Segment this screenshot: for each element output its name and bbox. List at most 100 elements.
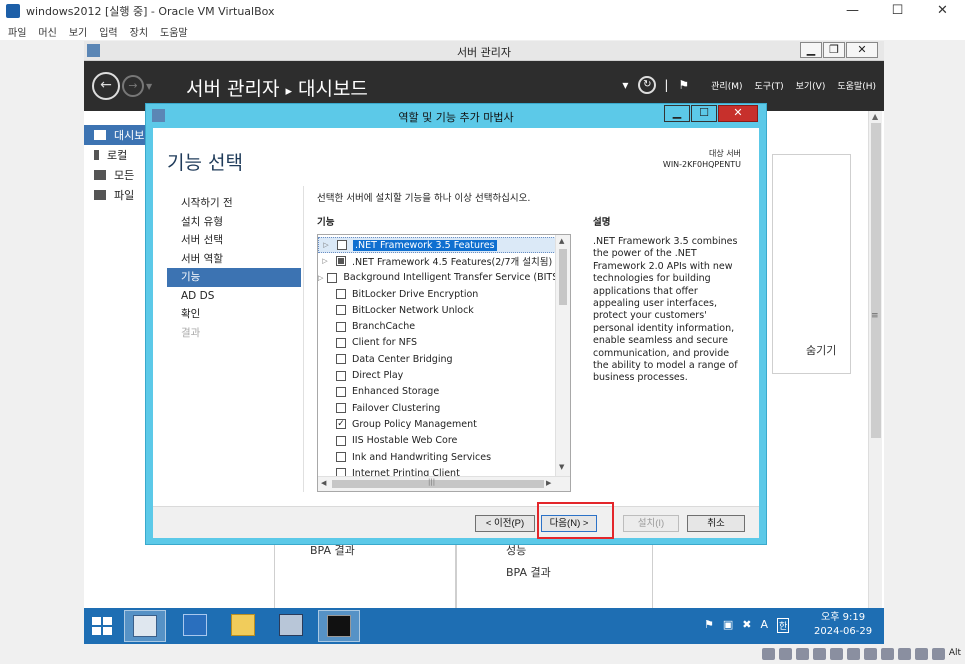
network-error-icon[interactable]: ✖ <box>742 618 751 633</box>
feature-row[interactable]: Client for NFS <box>318 335 556 351</box>
scrollbar-thumb[interactable] <box>871 123 881 438</box>
taskbar-powershell[interactable] <box>174 610 216 642</box>
minimize-button[interactable]: — <box>830 0 875 22</box>
mouse-integration-icon[interactable] <box>914 648 928 660</box>
device-icon[interactable]: ▣ <box>723 618 733 633</box>
scroll-up-icon[interactable]: ▲ <box>872 112 878 121</box>
dashboard-scrollbar[interactable]: ▲ ≡ <box>868 111 882 611</box>
taskbar-server-manager[interactable] <box>124 610 166 642</box>
usb-icon[interactable] <box>829 648 843 660</box>
feature-checkbox[interactable] <box>336 321 346 332</box>
flag-icon[interactable]: ⚑ <box>704 618 714 633</box>
scroll-left-icon[interactable]: ◀ <box>321 479 326 487</box>
feature-checkbox[interactable] <box>336 305 346 316</box>
audio-icon[interactable] <box>795 648 809 660</box>
menu-file[interactable]: 파일 <box>8 24 26 39</box>
feature-row[interactable]: ▷ .NET Framework 3.5 Features <box>318 237 556 254</box>
maximize-button[interactable]: ☐ <box>875 0 920 22</box>
keyboard-icon[interactable] <box>931 648 945 660</box>
step-before-you-begin[interactable]: 시작하기 전 <box>167 194 301 213</box>
step-ad-ds[interactable]: AD DS <box>167 287 301 306</box>
feature-row[interactable]: Failover Clustering <box>318 400 556 416</box>
vt-icon[interactable] <box>897 648 911 660</box>
feature-checkbox[interactable] <box>336 354 346 365</box>
menu-view[interactable]: 보기 <box>69 24 87 39</box>
feature-checkbox[interactable] <box>336 256 346 267</box>
feature-checkbox[interactable] <box>327 272 338 283</box>
expand-arrow-icon[interactable]: ▷ <box>319 241 333 249</box>
expand-arrow-icon[interactable]: ▷ <box>318 274 323 282</box>
feature-checkbox[interactable] <box>336 403 346 414</box>
feature-row[interactable]: BitLocker Drive Encryption <box>318 286 556 302</box>
features-horizontal-scrollbar[interactable]: ◀ ||| ▶ <box>318 476 570 491</box>
scrollbar-thumb[interactable] <box>332 480 544 488</box>
forward-arrow-icon[interactable]: → <box>122 75 144 97</box>
step-installation-type[interactable]: 설치 유형 <box>167 213 301 232</box>
wizard-close-button[interactable]: ✕ <box>718 105 758 122</box>
feature-checkbox[interactable] <box>337 240 347 251</box>
feature-row[interactable]: IIS Hostable Web Core <box>318 433 556 449</box>
ime-a-indicator[interactable]: A <box>761 618 769 633</box>
feature-checkbox[interactable] <box>336 289 346 300</box>
dropdown-icon[interactable]: ▾ <box>622 78 628 92</box>
nav-history-dropdown-icon[interactable]: ▼ <box>146 82 152 91</box>
scroll-right-icon[interactable]: ▶ <box>546 479 551 487</box>
previous-button[interactable]: < 이전(P) <box>475 515 535 532</box>
feature-row[interactable]: BitLocker Network Unlock <box>318 302 556 318</box>
clock[interactable]: 오후 9:19 2024-06-29 <box>814 611 872 639</box>
sidebar-item-file-services[interactable]: 파일 <box>84 185 146 205</box>
recording-icon[interactable] <box>880 648 894 660</box>
feature-row[interactable]: BranchCache <box>318 318 556 334</box>
step-confirmation[interactable]: 확인 <box>167 305 301 324</box>
notifications-flag-icon[interactable]: ⚑ <box>678 78 689 92</box>
feature-row[interactable]: Enhanced Storage <box>318 384 556 400</box>
features-tree[interactable]: ▷ .NET Framework 3.5 Features ▷ .NET Framew… <box>317 234 571 492</box>
wizard-maximize-button[interactable]: ☐ <box>691 105 717 122</box>
menu-tools[interactable]: 도구(T) <box>755 79 784 92</box>
sidebar-item-dashboard[interactable]: 대시보 <box>84 125 146 145</box>
sm-minimize-button[interactable]: ▁ <box>800 42 822 58</box>
menu-help[interactable]: 도움말 <box>160 24 188 39</box>
start-button[interactable] <box>92 617 112 635</box>
back-arrow-icon[interactable]: ← <box>92 72 120 100</box>
menu-help-sm[interactable]: 도움말(H) <box>837 79 876 92</box>
sm-restore-button[interactable]: ❐ <box>823 42 845 58</box>
taskbar-network[interactable] <box>270 610 312 642</box>
scroll-up-icon[interactable]: ▲ <box>559 237 564 245</box>
expand-arrow-icon[interactable]: ▷ <box>318 257 332 265</box>
display-icon[interactable] <box>863 648 877 660</box>
close-button[interactable]: ✕ <box>920 0 965 22</box>
feature-row[interactable]: Ink and Handwriting Services <box>318 449 556 465</box>
menu-input[interactable]: 입력 <box>99 24 117 39</box>
bpa-results-label-2[interactable]: BPA 결과 <box>506 564 551 580</box>
refresh-icon[interactable]: ↻ <box>638 76 657 94</box>
feature-checkbox[interactable] <box>336 370 346 381</box>
feature-row[interactable]: ▷ .NET Framework 4.5 Features(2/7개 설치됨) <box>318 253 556 269</box>
sidebar-item-local-server[interactable]: 로컬 <box>84 145 146 165</box>
feature-checkbox[interactable] <box>336 337 346 348</box>
sidebar-item-all-servers[interactable]: 모든 <box>84 165 146 185</box>
feature-checkbox[interactable] <box>336 435 346 446</box>
menu-manage[interactable]: 관리(M) <box>711 79 742 92</box>
feature-row[interactable]: ✓ Group Policy Management <box>318 416 556 432</box>
features-vertical-scrollbar[interactable]: ▲ ▼ <box>555 235 570 476</box>
scrollbar-thumb[interactable] <box>559 249 567 305</box>
menu-machine[interactable]: 머신 <box>38 24 56 39</box>
taskbar-file-explorer[interactable] <box>222 610 264 642</box>
feature-row[interactable]: Data Center Bridging <box>318 351 556 367</box>
feature-checkbox[interactable] <box>336 386 346 397</box>
step-server-selection[interactable]: 서버 선택 <box>167 231 301 250</box>
optical-icon[interactable] <box>778 648 792 660</box>
feature-checkbox[interactable] <box>336 452 346 462</box>
hide-link[interactable]: 숨기기 <box>806 342 836 358</box>
feature-row[interactable]: Direct Play <box>318 367 556 383</box>
shared-folder-icon[interactable] <box>846 648 860 660</box>
step-features[interactable]: 기능 <box>167 268 301 287</box>
wizard-minimize-button[interactable]: ▁ <box>664 105 690 122</box>
ime-han-indicator[interactable]: 한 <box>777 618 790 633</box>
sm-close-button[interactable]: ✕ <box>846 42 878 58</box>
scroll-down-icon[interactable]: ▼ <box>559 463 564 471</box>
taskbar-cmd[interactable] <box>318 610 360 642</box>
cancel-button[interactable]: 취소 <box>687 515 745 532</box>
feature-row[interactable]: ▷ Background Intelligent Transfer Service… <box>318 270 562 286</box>
